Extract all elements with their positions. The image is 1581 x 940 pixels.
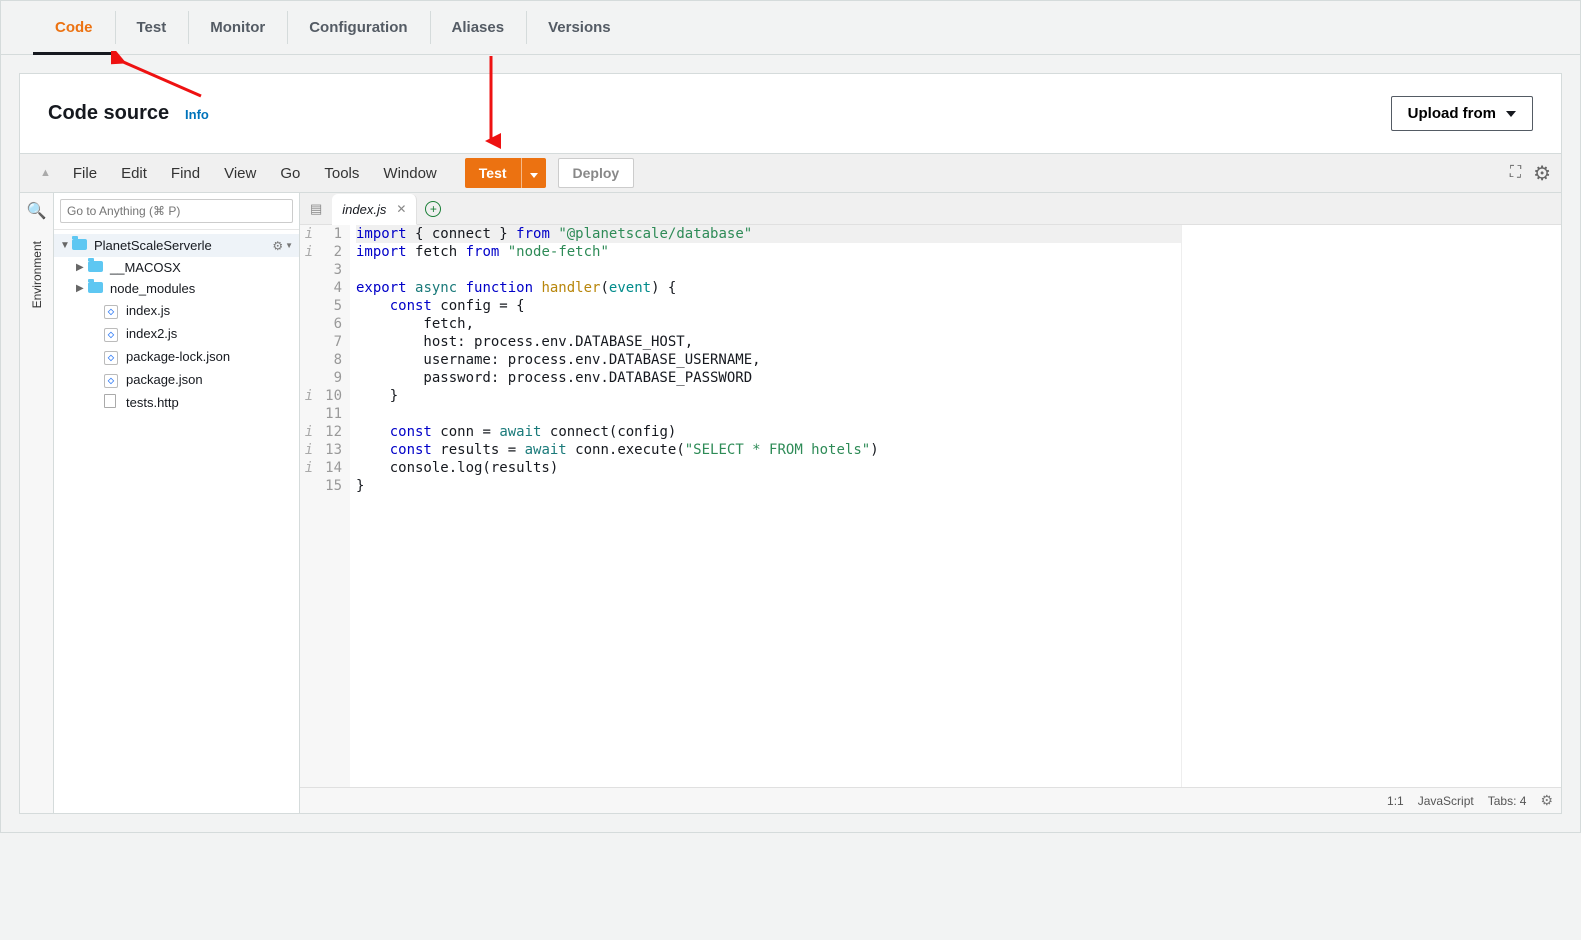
add-tab-button[interactable]: + xyxy=(425,201,441,217)
menu-find[interactable]: Find xyxy=(159,159,212,188)
goto-anything-input[interactable] xyxy=(60,199,293,223)
gear-icon[interactable]: ⚙ xyxy=(272,239,283,253)
test-dropdown-button[interactable] xyxy=(522,158,546,188)
collapse-icon[interactable]: ▲ xyxy=(30,161,61,185)
menu-edit[interactable]: Edit xyxy=(109,159,159,188)
editor-right-margin xyxy=(1181,225,1561,787)
info-link[interactable]: Info xyxy=(185,107,209,122)
fullscreen-icon[interactable]: ⛶ xyxy=(1510,164,1521,182)
chevron-down-icon xyxy=(530,173,538,178)
chevron-down-icon xyxy=(1506,111,1516,117)
status-language[interactable]: JavaScript xyxy=(1418,794,1474,808)
menu-file[interactable]: File xyxy=(61,159,109,188)
menu-tools[interactable]: Tools xyxy=(312,159,371,188)
tab-test[interactable]: Test xyxy=(115,1,189,54)
code-editor[interactable]: import { connect } from "@planetscale/da… xyxy=(350,225,1181,787)
tree-item[interactable]: package.json xyxy=(54,368,299,391)
tab-configuration[interactable]: Configuration xyxy=(287,1,429,54)
status-tabs[interactable]: Tabs: 4 xyxy=(1488,794,1527,808)
gear-icon[interactable]: ⚙ xyxy=(1533,161,1551,186)
test-button-group: Test xyxy=(465,158,546,188)
menu-view[interactable]: View xyxy=(212,159,268,188)
tree-item[interactable]: index.js xyxy=(54,299,299,322)
page-title: Code source xyxy=(48,102,169,125)
upload-from-label: Upload from xyxy=(1408,105,1496,122)
deploy-button[interactable]: Deploy xyxy=(558,158,635,188)
menu-window[interactable]: Window xyxy=(371,159,448,188)
gear-icon[interactable]: ⚙ xyxy=(1540,792,1553,809)
test-button[interactable]: Test xyxy=(465,158,522,188)
pane-icon[interactable]: ▤ xyxy=(300,201,332,217)
tab-monitor[interactable]: Monitor xyxy=(188,1,287,54)
tree-item[interactable]: ▶node_modules xyxy=(54,278,299,299)
status-cursor-pos: 1:1 xyxy=(1387,794,1404,808)
tab-aliases[interactable]: Aliases xyxy=(430,1,527,54)
editor-tab-indexjs[interactable]: index.js ✕ xyxy=(332,194,417,225)
tree-item[interactable]: ▶__MACOSX xyxy=(54,257,299,278)
upload-from-button[interactable]: Upload from xyxy=(1391,96,1533,131)
close-icon[interactable]: ✕ xyxy=(396,202,406,216)
tree-item[interactable]: index2.js xyxy=(54,322,299,345)
menu-go[interactable]: Go xyxy=(268,159,312,188)
tree-root[interactable]: ▼PlanetScaleServerle⚙▼ xyxy=(54,234,299,257)
search-icon[interactable]: 🔍 xyxy=(27,201,47,221)
editor-tab-label: index.js xyxy=(342,202,386,217)
tab-code[interactable]: Code xyxy=(33,1,115,54)
tab-versions[interactable]: Versions xyxy=(526,1,633,54)
tree-item[interactable]: package-lock.json xyxy=(54,345,299,368)
environment-tab[interactable]: Environment xyxy=(30,235,44,314)
tree-item[interactable]: tests.http xyxy=(54,391,299,414)
